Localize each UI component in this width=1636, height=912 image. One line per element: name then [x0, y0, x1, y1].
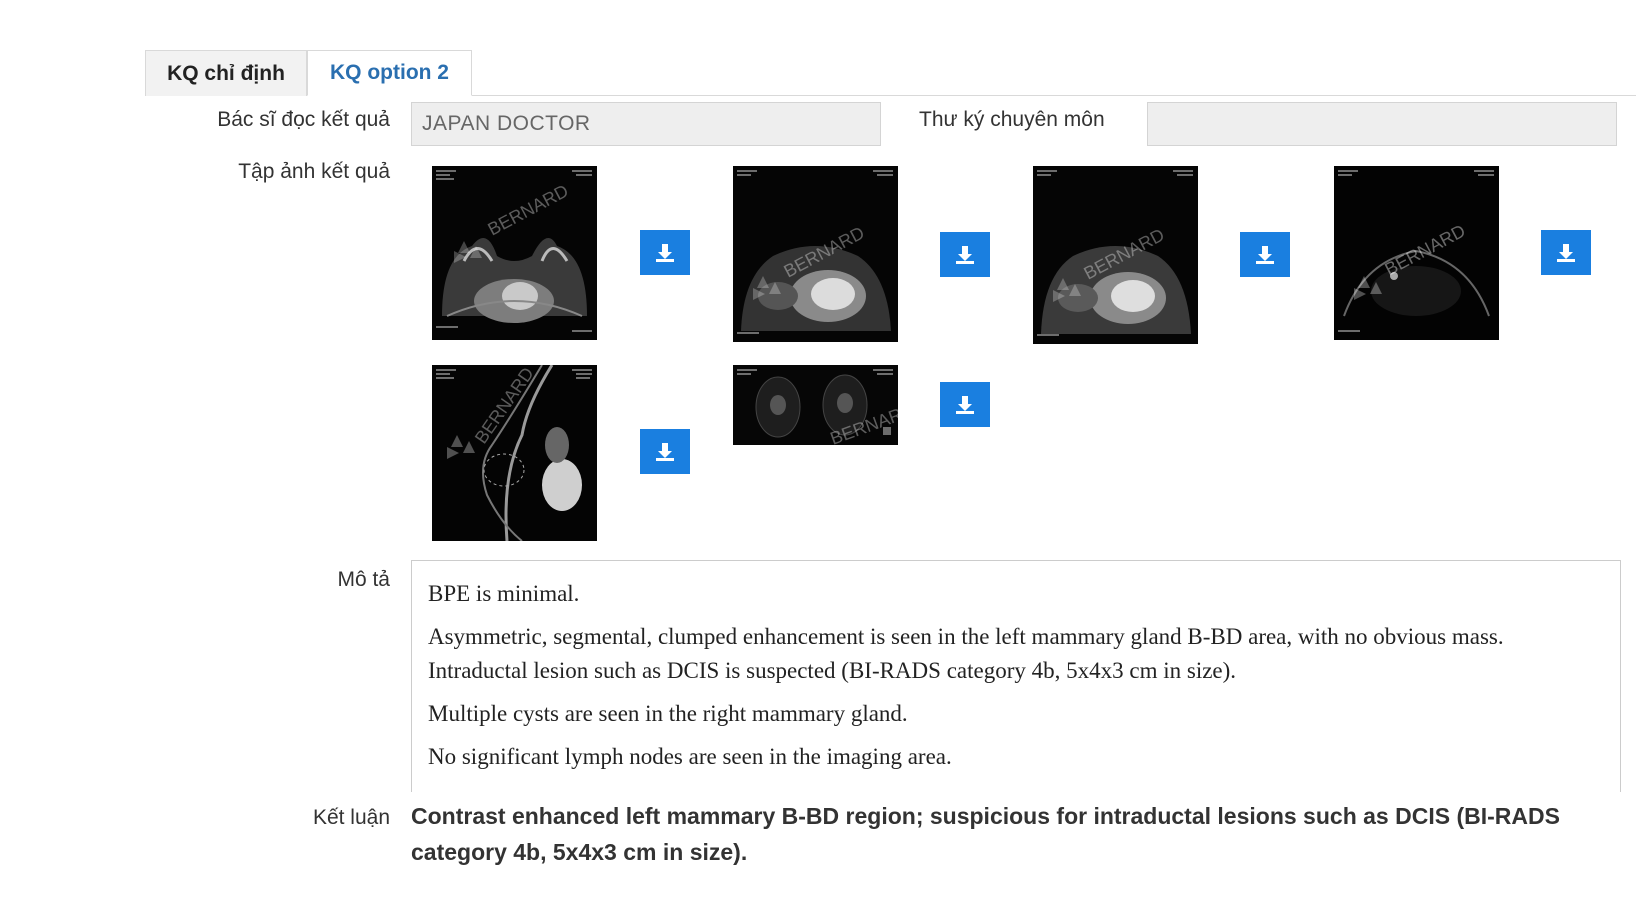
- doctor-field[interactable]: JAPAN DOCTOR: [411, 102, 881, 146]
- mri-thumbnail-3[interactable]: BERNARD: [1033, 166, 1198, 344]
- secretary-field[interactable]: [1147, 102, 1617, 146]
- download-button-5[interactable]: [640, 429, 690, 474]
- description-paragraph-1: BPE is minimal.: [428, 581, 580, 606]
- description-paragraph-4: No significant lymph nodes are seen in t…: [428, 744, 952, 769]
- download-icon: [656, 243, 674, 262]
- download-button-6[interactable]: [940, 382, 990, 427]
- mri-thumbnail-6[interactable]: BERNARD: [733, 365, 898, 445]
- mri-thumbnail-5[interactable]: BERNARD: [432, 365, 597, 541]
- mri-thumbnail-1[interactable]: BERNARD: [432, 166, 597, 340]
- mri-thumbnail-4[interactable]: BERNARD: [1334, 166, 1499, 340]
- doctor-label: Bác sĩ đọc kết quả: [217, 108, 390, 131]
- download-icon: [1256, 245, 1274, 264]
- description-textarea[interactable]: BPE is minimal. Asymmetric, segmental, c…: [411, 560, 1621, 792]
- download-button-1[interactable]: [640, 230, 690, 275]
- download-icon: [956, 395, 974, 414]
- description-paragraph-3: Multiple cysts are seen in the right mam…: [428, 701, 908, 726]
- download-button-3[interactable]: [1240, 232, 1290, 277]
- download-icon: [1557, 243, 1575, 262]
- images-label: Tập ảnh kết quả: [238, 160, 390, 183]
- tab-kq-option-2[interactable]: KQ option 2: [307, 50, 472, 96]
- tab-kq-chi-dinh[interactable]: KQ chỉ định: [145, 50, 307, 96]
- conclusion-text: Contrast enhanced left mammary B-BD regi…: [411, 803, 1560, 865]
- result-tabs: KQ chỉ định KQ option 2: [145, 50, 1636, 96]
- secretary-label: Thư ký chuyên môn: [919, 108, 1105, 131]
- download-button-2[interactable]: [940, 232, 990, 277]
- download-icon: [656, 442, 674, 461]
- mri-thumbnail-2[interactable]: BERNARD: [733, 166, 898, 342]
- download-button-4[interactable]: [1541, 230, 1591, 275]
- conclusion-label: Kết luận: [312, 806, 390, 829]
- download-icon: [956, 245, 974, 264]
- description-paragraph-2: Asymmetric, segmental, clumped enhanceme…: [428, 624, 1504, 683]
- description-label: Mô tả: [337, 568, 390, 591]
